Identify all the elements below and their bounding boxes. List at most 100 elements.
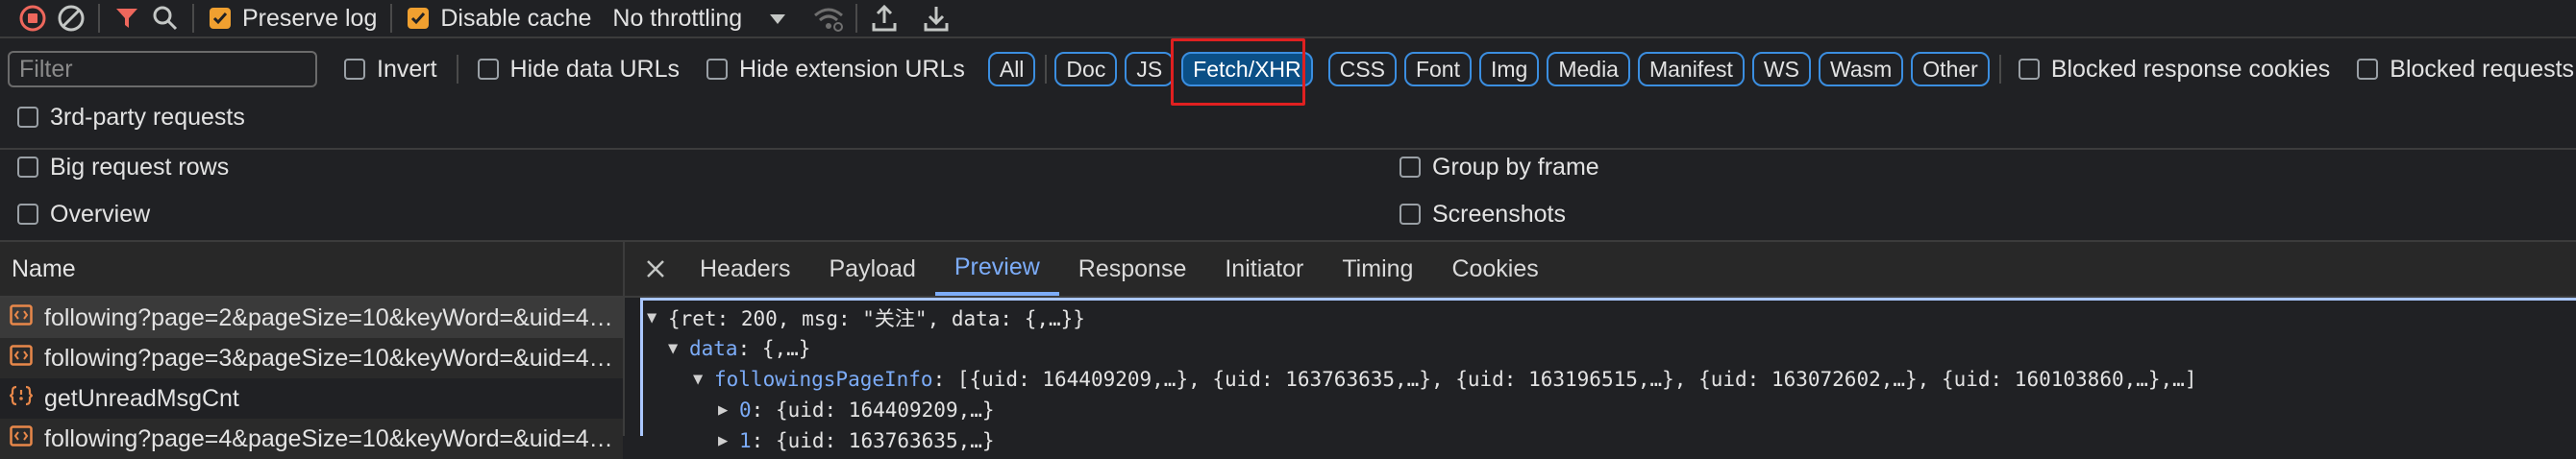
blocked-requests-checkbox[interactable]: [2357, 59, 2379, 80]
toolbar-divider: [192, 4, 194, 33]
close-icon[interactable]: [625, 242, 681, 296]
expand-triangle-icon[interactable]: ▼: [647, 308, 668, 327]
blocked-response-cookies-toggle[interactable]: Blocked response cookies: [2018, 56, 2330, 84]
chip-divider: [1045, 55, 1048, 84]
invert-toggle[interactable]: Invert: [344, 56, 437, 84]
group-by-frame-label: Group by frame: [1432, 153, 1599, 181]
preserve-log-toggle[interactable]: Preserve log: [210, 5, 377, 33]
throttling-value: No throttling: [612, 4, 743, 32]
third-party-row: 3rd-party requests: [0, 100, 2576, 134]
invert-checkbox[interactable]: [344, 59, 365, 80]
tab-cookies[interactable]: Cookies: [1432, 242, 1557, 296]
search-icon[interactable]: [146, 0, 185, 36]
json-preview: ▼ {ret: 200, msg: "关注", data: {,…}} ▼ da…: [640, 298, 2576, 452]
toolbar-divider: [855, 4, 858, 33]
hide-extension-urls-label: Hide extension URLs: [739, 55, 965, 83]
collapse-triangle-icon[interactable]: ▶: [718, 400, 739, 420]
tab-payload[interactable]: Payload: [810, 242, 935, 296]
overview-checkbox[interactable]: [17, 204, 38, 225]
third-party-label: 3rd-party requests: [50, 103, 245, 131]
filter-funnel-icon[interactable]: [108, 0, 146, 36]
chip-ws[interactable]: WS: [1751, 52, 1811, 86]
chip-media[interactable]: Media: [1547, 52, 1630, 86]
hide-extension-urls-toggle[interactable]: Hide extension URLs: [706, 56, 965, 84]
request-row[interactable]: following?page=2&pageSize=10&keyWord=&ui…: [0, 298, 623, 338]
network-pane: Name following?page=2&pageSize=10&keyWor…: [0, 240, 2576, 459]
tree-node-item-0[interactable]: ▶ 0: {uid: 164409209,…}: [643, 395, 2576, 425]
request-row[interactable]: following?page=4&pageSize=10&keyWord=&ui…: [0, 419, 623, 459]
request-name: following?page=2&pageSize=10&keyWord=&ui…: [44, 303, 621, 331]
detail-tabs: Headers Payload Preview Response Initiat…: [625, 242, 2576, 298]
tree-node-value: : {uid: 164409209,…}: [751, 399, 995, 422]
blocked-response-cookies-checkbox[interactable]: [2018, 59, 2040, 80]
toolbar-divider: [390, 4, 393, 33]
expand-triangle-icon[interactable]: ▼: [693, 370, 714, 389]
overview-label: Overview: [50, 200, 151, 228]
tree-node-data[interactable]: ▼ data: {,…}: [643, 333, 2576, 364]
hide-data-urls-checkbox[interactable]: [477, 59, 499, 80]
tab-timing[interactable]: Timing: [1323, 242, 1432, 296]
name-column-header[interactable]: Name: [0, 242, 623, 298]
request-row[interactable]: getUnreadMsgCnt: [0, 378, 623, 419]
tree-node-key: data: [689, 337, 738, 360]
settings-row-1: Big request rows Group by frame: [0, 148, 2576, 184]
hide-extension-urls-checkbox[interactable]: [706, 59, 729, 80]
record-stop-icon[interactable]: [13, 0, 52, 36]
import-har-upload-icon[interactable]: [865, 0, 904, 36]
clear-icon[interactable]: [52, 0, 90, 36]
disable-cache-toggle[interactable]: Disable cache: [408, 5, 591, 33]
big-request-rows-toggle[interactable]: Big request rows: [17, 154, 229, 181]
chip-img[interactable]: Img: [1478, 52, 1540, 86]
network-conditions-icon[interactable]: [809, 0, 848, 36]
network-toolbar: Preserve log Disable cache No throttling: [0, 0, 2576, 36]
chip-font[interactable]: Font: [1403, 52, 1472, 86]
export-har-download-icon[interactable]: [917, 0, 955, 36]
chevron-down-icon: [769, 5, 786, 33]
disable-cache-label: Disable cache: [440, 4, 592, 32]
chip-wasm[interactable]: Wasm: [1818, 52, 1904, 86]
chip-css[interactable]: CSS: [1327, 52, 1397, 86]
request-name: getUnreadMsgCnt: [44, 384, 239, 412]
tab-headers[interactable]: Headers: [681, 242, 810, 296]
chip-manifest[interactable]: Manifest: [1637, 52, 1745, 86]
hide-data-urls-toggle[interactable]: Hide data URLs: [477, 55, 681, 84]
disable-cache-checkbox[interactable]: [408, 8, 430, 29]
chip-js[interactable]: JS: [1125, 52, 1175, 86]
collapse-triangle-icon[interactable]: ▶: [718, 431, 739, 450]
tree-node-key: followingsPageInfo: [714, 368, 933, 391]
invert-label: Invert: [377, 55, 437, 83]
group-by-frame-toggle[interactable]: Group by frame: [1399, 154, 1599, 181]
throttling-select[interactable]: No throttling: [612, 5, 786, 33]
tab-preview[interactable]: Preview: [934, 242, 1059, 296]
request-name: following?page=4&pageSize=10&keyWord=&ui…: [44, 424, 621, 452]
preserve-log-label: Preserve log: [242, 4, 378, 32]
third-party-toggle[interactable]: 3rd-party requests: [17, 104, 245, 132]
screenshots-label: Screenshots: [1432, 200, 1566, 228]
screenshots-checkbox[interactable]: [1399, 204, 1421, 225]
tab-initiator[interactable]: Initiator: [1205, 242, 1323, 296]
preserve-log-checkbox[interactable]: [210, 8, 231, 29]
tree-node-root[interactable]: ▼ {ret: 200, msg: "关注", data: {,…}}: [643, 302, 2576, 333]
blocked-requests-toggle[interactable]: Blocked requests: [2357, 56, 2574, 84]
chip-all[interactable]: All: [987, 52, 1036, 86]
chip-other[interactable]: Other: [1911, 52, 1990, 86]
filter-input[interactable]: [8, 51, 317, 87]
fetch-icon: [9, 385, 34, 413]
big-request-rows-checkbox[interactable]: [17, 157, 38, 178]
group-by-frame-checkbox[interactable]: [1399, 157, 1421, 178]
third-party-checkbox[interactable]: [17, 107, 38, 128]
tree-node-key: 1: [739, 429, 752, 452]
name-header-label: Name: [12, 254, 76, 282]
xhr-icon: [10, 344, 33, 373]
settings-row-2: Overview Screenshots: [0, 196, 2576, 232]
tree-node-followings[interactable]: ▼ followingsPageInfo: [{uid: 164409209,……: [643, 364, 2576, 395]
overview-toggle[interactable]: Overview: [17, 201, 150, 229]
tab-response[interactable]: Response: [1059, 242, 1206, 296]
screenshots-toggle[interactable]: Screenshots: [1399, 201, 1566, 229]
chip-doc[interactable]: Doc: [1054, 52, 1118, 86]
resource-type-chips: All Doc JS Fetch/XHR CSS Font Img Media …: [987, 52, 1997, 86]
tree-node-item-1[interactable]: ▶ 1: {uid: 163763635,…}: [643, 425, 2576, 456]
hide-data-urls-label: Hide data URLs: [509, 55, 681, 83]
expand-triangle-icon[interactable]: ▼: [668, 339, 689, 358]
request-row[interactable]: following?page=3&pageSize=10&keyWord=&ui…: [0, 338, 623, 378]
